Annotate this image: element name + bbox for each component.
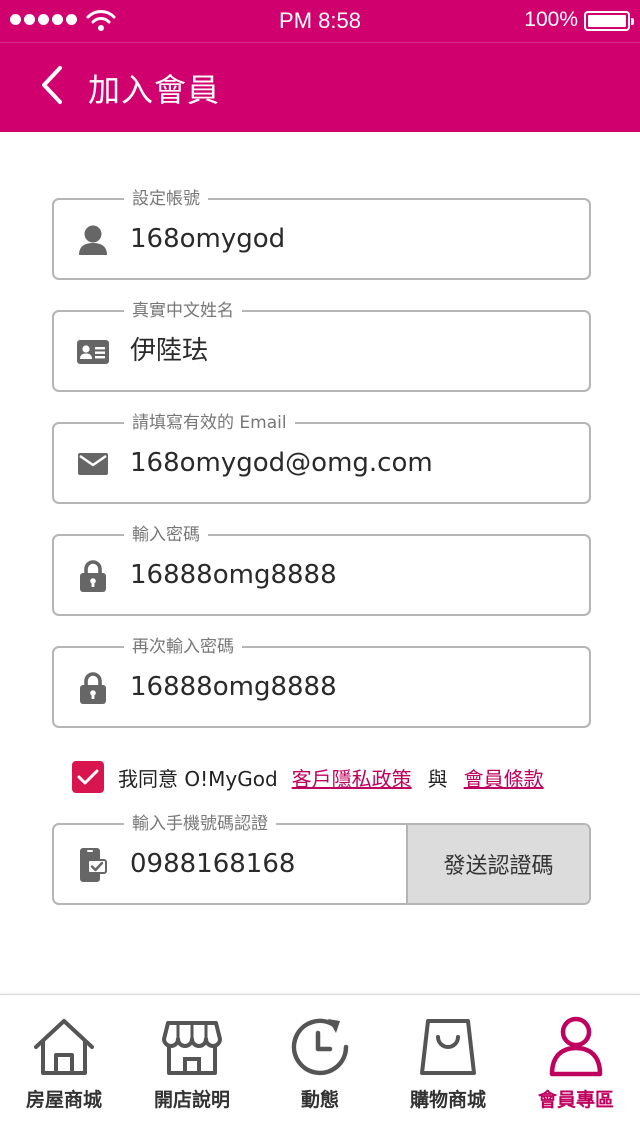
and-text: 與 (427, 766, 448, 791)
history-clock-icon (286, 1015, 354, 1079)
name-label: 真實中文姓名 (124, 300, 242, 322)
battery-icon (584, 11, 634, 31)
tab-house-mall[interactable]: 房屋商城 (0, 995, 128, 1136)
name-input[interactable]: 伊陸珐 (130, 334, 208, 368)
tab-label: 會員專區 (537, 1089, 614, 1111)
email-field[interactable]: 請填寫有效的 Email 168omygod@omg.com (52, 412, 591, 504)
phone-label: 輸入手機號碼認證 (124, 813, 276, 835)
phone-input[interactable]: 0988168168 (130, 847, 295, 881)
password-confirm-label: 再次輸入密碼 (124, 636, 242, 658)
page-title: 加入會員 (88, 71, 221, 109)
app-header: 加入會員 (0, 42, 640, 132)
chevron-left-icon (42, 66, 62, 104)
agreement-row: 我同意 O!MyGod 客戶隱私政策 與 會員條款 (72, 760, 544, 794)
storefront-icon (158, 1015, 226, 1079)
lock-icon (76, 560, 110, 592)
status-bar: PM 8:58 100% (0, 0, 640, 42)
password-field[interactable]: 輸入密碼 16888omg8888 (52, 524, 591, 616)
name-field[interactable]: 真實中文姓名 伊陸珐 (52, 300, 591, 392)
account-input[interactable]: 168omygod (130, 222, 285, 256)
privacy-policy-link[interactable]: 客戶隱私政策 (292, 763, 412, 792)
mail-icon (76, 448, 110, 480)
phone-verify-field[interactable]: 輸入手機號碼認證 0988168168 發送認證碼 (52, 813, 591, 905)
member-terms-link[interactable]: 會員條款 (464, 763, 544, 792)
tab-activity[interactable]: 動態 (256, 995, 384, 1136)
tab-label: 開店說明 (153, 1089, 230, 1111)
back-button[interactable] (30, 61, 74, 109)
email-input[interactable]: 168omygod@omg.com (130, 446, 433, 480)
password-confirm-input[interactable]: 16888omg8888 (130, 670, 337, 704)
battery-percent: 100% (524, 8, 578, 31)
password-label: 輸入密碼 (124, 524, 208, 546)
agree-text: 我同意 O!MyGod (118, 766, 278, 791)
tab-label: 動態 (300, 1089, 339, 1111)
tab-member-zone[interactable]: 會員專區 (512, 995, 640, 1136)
email-label: 請填寫有效的 Email (124, 412, 295, 434)
account-field[interactable]: 設定帳號 168omygod (52, 188, 591, 280)
lock-icon (76, 672, 110, 704)
checkmark-icon (77, 769, 99, 785)
tab-store-guide[interactable]: 開店說明 (128, 995, 256, 1136)
bottom-tab-bar: 房屋商城 開店說明 動態 購物商城 會員專區 (0, 994, 640, 1136)
id-card-icon (76, 336, 110, 368)
member-icon (542, 1015, 610, 1079)
phone-check-icon (76, 848, 110, 882)
house-icon (30, 1015, 98, 1079)
password-confirm-field[interactable]: 再次輸入密碼 16888omg8888 (52, 636, 591, 728)
tab-label: 房屋商城 (25, 1089, 102, 1111)
agree-checkbox[interactable] (72, 761, 104, 793)
password-input[interactable]: 16888omg8888 (130, 558, 337, 592)
send-code-button[interactable]: 發送認證碼 (406, 825, 589, 903)
account-label: 設定帳號 (124, 188, 208, 210)
tab-label: 購物商城 (409, 1089, 486, 1111)
shopping-bag-icon (414, 1015, 482, 1079)
tab-shopping-mall[interactable]: 購物商城 (384, 995, 512, 1136)
user-icon (76, 224, 110, 256)
